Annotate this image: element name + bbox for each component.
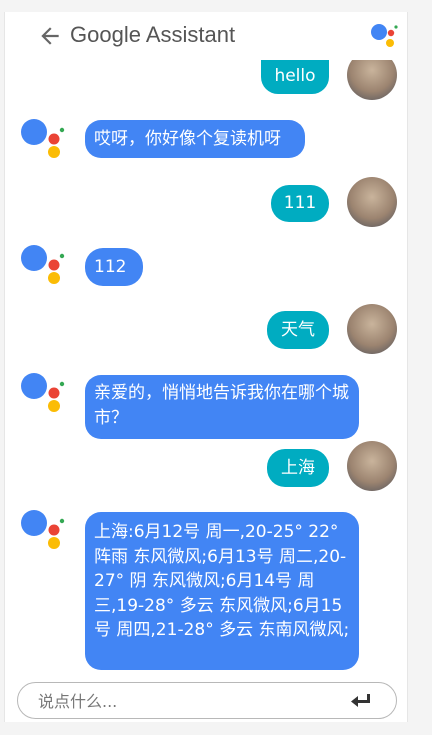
- user-message-bubble: 上海: [267, 449, 329, 487]
- assistant-message-bubble: 亲爱的，悄悄地告诉我你在哪个城市？: [85, 375, 359, 439]
- user-message-bubble: hello: [261, 60, 329, 94]
- google-assistant-avatar-icon: [21, 510, 65, 549]
- google-assistant-logo-icon: [371, 24, 398, 47]
- app-header: Google Assistant: [5, 12, 407, 60]
- arrow-back-icon[interactable]: [37, 23, 63, 49]
- chat-window: Google Assistant hello 哎呀，你好像个复读机呀 111 1…: [4, 12, 408, 722]
- google-assistant-avatar-icon: [21, 373, 65, 412]
- user-message-bubble: 111: [271, 185, 329, 222]
- user-message-bubble: 天气: [267, 311, 329, 349]
- assistant-message-bubble: 哎呀，你好像个复读机呀: [85, 120, 305, 158]
- user-avatar: [347, 177, 397, 227]
- assistant-message-bubble: 上海:6月12号 周一,20-25° 22° 阵雨 东风微风;6月13号 周二,…: [85, 512, 359, 670]
- message-composer: [17, 682, 397, 719]
- assistant-message-bubble: 112: [85, 248, 143, 286]
- google-assistant-avatar-icon: [21, 119, 65, 158]
- user-avatar: [347, 304, 397, 354]
- google-assistant-avatar-icon: [21, 245, 65, 284]
- user-avatar: [347, 441, 397, 491]
- page-title: Google Assistant: [70, 22, 236, 47]
- enter-return-icon[interactable]: [350, 692, 372, 710]
- message-input[interactable]: [36, 689, 340, 713]
